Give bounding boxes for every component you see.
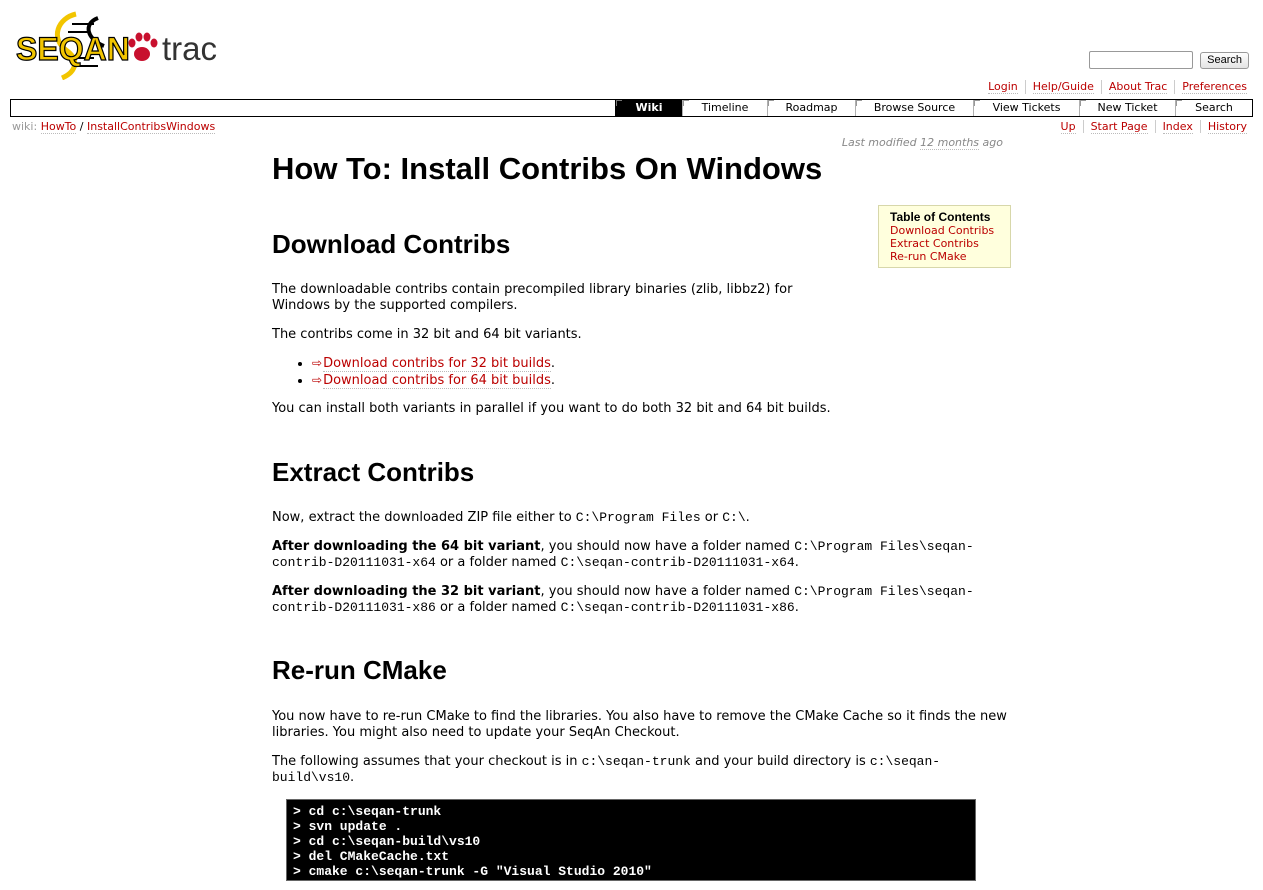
heading-download-contribs: Download Contribs [272, 229, 511, 259]
code-line: > cmake c:\seqan-trunk -G "Visual Studio… [293, 864, 652, 879]
last-modified-prefix: Last modified [841, 136, 917, 149]
start-page-link[interactable]: Start Page [1090, 120, 1148, 134]
history-link[interactable]: History [1207, 120, 1247, 134]
toc-item-download-contribs[interactable]: Download Contribs [890, 224, 1005, 237]
context-nav: Up Start Page Index History [1054, 120, 1247, 134]
breadcrumb-separator: / [79, 120, 84, 133]
main-nav: Wiki Timeline Roadmap Browse Source View… [10, 99, 1253, 117]
page-title: How To: Install Contribs On Windows [272, 151, 823, 186]
logo-seqan-text: SEQAN [16, 31, 130, 67]
code-line: > svn update . [293, 819, 403, 834]
last-modified: Last modified 12 months ago [841, 136, 1003, 150]
download-variants-text: The contribs come in 32 bit and 64 bit v… [272, 327, 582, 342]
extract-32bit-text: After downloading the 32 bit variant, yo… [272, 584, 974, 615]
wiki-breadcrumb: wiki: HowTo / InstallContribsWindows [12, 120, 216, 134]
download-links-list: ⇨Download contribs for 32 bit builds. ⇨D… [272, 355, 555, 389]
download-32bit-link[interactable]: Download contribs for 32 bit builds [323, 356, 551, 372]
download-64bit-link[interactable]: Download contribs for 64 bit builds [323, 373, 551, 389]
extract-intro-text: Now, extract the downloaded ZIP file eit… [272, 510, 750, 525]
nav-tab-browse-source[interactable]: Browse Source [855, 100, 973, 116]
seqan-trac-logo[interactable]: SEQAN trac [14, 10, 229, 80]
about-trac-link[interactable]: About Trac [1108, 80, 1168, 94]
toc-item-rerun-cmake[interactable]: Re-run CMake [890, 250, 1005, 263]
list-item: ⇨Download contribs for 64 bit builds. [312, 372, 555, 389]
download-parallel-text: You can install both variants in paralle… [272, 401, 831, 416]
external-link-icon: ⇨ [312, 373, 323, 387]
checkout-assumption-text: The following assumes that your checkout… [272, 754, 941, 785]
search-input[interactable] [1089, 51, 1194, 69]
toc-title: Table of Contents [890, 210, 991, 224]
help-guide-link[interactable]: Help/Guide [1032, 80, 1094, 94]
logo-graphic: SEQAN trac [15, 11, 217, 80]
list-item: ⇨Download contribs for 32 bit builds. [312, 355, 555, 372]
nav-tab-wiki[interactable]: Wiki [615, 100, 682, 116]
index-link[interactable]: Index [1162, 120, 1193, 134]
breadcrumb-page-link[interactable]: InstallContribsWindows [86, 120, 216, 134]
search-button[interactable]: Search [1200, 51, 1249, 69]
rerun-intro-text: You now have to re-run CMake to find the… [272, 709, 1007, 740]
preferences-link[interactable]: Preferences [1182, 80, 1247, 94]
nav-tab-timeline[interactable]: Timeline [682, 100, 767, 116]
logo-trac-text: trac [162, 30, 217, 67]
login-link[interactable]: Login [988, 80, 1018, 94]
heading-rerun-cmake: Re-run CMake [272, 655, 447, 685]
nav-tab-roadmap[interactable]: Roadmap [767, 100, 855, 116]
table-of-contents: Table of Contents Download Contribs Extr… [878, 205, 1011, 268]
nav-tab-new-ticket[interactable]: New Ticket [1079, 100, 1175, 116]
nav-tab-view-tickets[interactable]: View Tickets [973, 100, 1079, 116]
code-line: > del CMakeCache.txt [293, 849, 450, 864]
nav-tab-search[interactable]: Search [1175, 100, 1252, 116]
last-modified-age-link[interactable]: 12 months [920, 136, 980, 150]
meta-nav: Login Help/Guide About Trac Preferences [981, 80, 1247, 94]
header-search: Search [1089, 51, 1249, 69]
extract-64bit-text: After downloading the 64 bit variant, yo… [272, 539, 974, 570]
last-modified-suffix: ago [982, 136, 1003, 149]
external-link-icon: ⇨ [312, 356, 323, 370]
paw-icon [128, 32, 158, 61]
toc-item-extract-contribs[interactable]: Extract Contribs [890, 237, 1005, 250]
breadcrumb-howto-link[interactable]: HowTo [40, 120, 77, 134]
code-line: > cd c:\seqan-build\vs10 [293, 834, 481, 849]
up-link[interactable]: Up [1060, 120, 1076, 134]
code-line: > cd c:\seqan-trunk [293, 804, 442, 819]
command-code-block: > cd c:\seqan-trunk > svn update . > cd c:… [286, 799, 976, 881]
download-intro-text: The downloadable contribs contain precom… [272, 282, 793, 313]
breadcrumb-prefix: wiki: [12, 120, 38, 133]
heading-extract-contribs: Extract Contribs [272, 457, 475, 487]
